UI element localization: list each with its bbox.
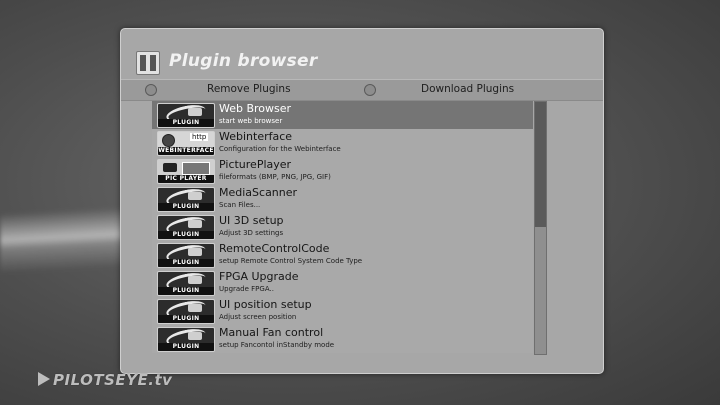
http-badge: http bbox=[190, 133, 209, 141]
plugin-icon: PLUGIN bbox=[157, 327, 215, 352]
plugin-subtitle: setup Remote Control System Code Type bbox=[219, 257, 363, 265]
plugin-item-ui-3d-setup[interactable]: PLUGIN UI 3D setup Adjust 3D settings bbox=[152, 213, 533, 241]
plugin-title: UI position setup bbox=[219, 298, 312, 311]
thumb-label: PLUGIN bbox=[158, 203, 214, 211]
thumb-label: PLUGIN bbox=[158, 231, 214, 239]
plugin-icon: PLUGIN bbox=[157, 271, 215, 296]
title-bar: Plugin browser bbox=[121, 29, 603, 79]
thumb-label: PIC PLAYER bbox=[158, 175, 214, 183]
plugin-item-ui-position-setup[interactable]: PLUGIN UI position setup Adjust screen p… bbox=[152, 297, 533, 325]
download-plugins-option[interactable]: Download Plugins bbox=[421, 83, 514, 95]
plugin-subtitle: Adjust 3D settings bbox=[219, 229, 284, 237]
plugin-subtitle: Configuration for the Webinterface bbox=[219, 145, 341, 153]
download-plugins-radio[interactable] bbox=[364, 84, 376, 96]
plugin-subtitle: Upgrade FPGA.. bbox=[219, 285, 274, 293]
play-arrow-icon bbox=[38, 372, 50, 386]
plugin-subtitle: Scan Files... bbox=[219, 201, 261, 209]
plugin-list-scrollbar[interactable] bbox=[534, 101, 547, 355]
plugin-title: FPGA Upgrade bbox=[219, 270, 299, 283]
scrollbar-thumb[interactable] bbox=[535, 102, 546, 227]
plugin-item-mediascanner[interactable]: PLUGIN MediaScanner Scan Files... bbox=[152, 185, 533, 213]
webinterface-icon: http WEBINTERFACE bbox=[157, 131, 215, 156]
plugin-icon: PLUGIN bbox=[157, 299, 215, 324]
plugin-title: Manual Fan control bbox=[219, 326, 324, 339]
plugin-icon: PLUGIN bbox=[157, 103, 215, 128]
watermark-text: PILOTSEYE.tv bbox=[53, 371, 173, 389]
plugin-subtitle: setup Fancontol inStandby mode bbox=[219, 341, 335, 349]
plugin-item-fpga-upgrade[interactable]: PLUGIN FPGA Upgrade Upgrade FPGA.. bbox=[152, 269, 533, 297]
plugin-item-web-browser[interactable]: PLUGIN Web Browser start web browser bbox=[152, 101, 533, 129]
plugin-subtitle: Adjust screen position bbox=[219, 313, 297, 321]
thumb-label: PLUGIN bbox=[158, 119, 214, 127]
remove-plugins-option[interactable]: Remove Plugins bbox=[207, 83, 291, 95]
watermark-logo: PILOTSEYE.tv bbox=[38, 371, 172, 389]
plugin-title: PicturePlayer bbox=[219, 158, 292, 171]
plugin-browser-window: Plugin browser Remove Plugins Download P… bbox=[120, 28, 604, 374]
plugin-item-manual-fan-control[interactable]: PLUGIN Manual Fan control setup Fanconto… bbox=[152, 325, 533, 353]
thumb-label: PLUGIN bbox=[158, 343, 214, 351]
thumb-label: PLUGIN bbox=[158, 287, 214, 295]
plugin-title: Webinterface bbox=[219, 130, 293, 143]
plugin-icon: PLUGIN bbox=[157, 243, 215, 268]
plugin-title: MediaScanner bbox=[219, 186, 298, 199]
plugin-browser-icon bbox=[136, 51, 160, 75]
plugin-subtitle: fileformats (BMP, PNG, JPG, GIF) bbox=[219, 173, 331, 181]
plugin-list: PLUGIN Web Browser start web browser htt… bbox=[152, 101, 533, 353]
remove-plugins-radio[interactable] bbox=[145, 84, 157, 96]
plugin-icon: PLUGIN bbox=[157, 187, 215, 212]
pic-player-icon: PIC PLAYER bbox=[157, 159, 215, 184]
plugin-title: RemoteControlCode bbox=[219, 242, 330, 255]
thumb-label: WEBINTERFACE bbox=[158, 147, 214, 155]
plugin-action-bar: Remove Plugins Download Plugins bbox=[121, 79, 603, 101]
plugin-title: UI 3D setup bbox=[219, 214, 284, 227]
plugin-item-pictureplayer[interactable]: PIC PLAYER PicturePlayer fileformats (BM… bbox=[152, 157, 533, 185]
plugin-title: Web Browser bbox=[219, 102, 292, 115]
thumb-label: PLUGIN bbox=[158, 259, 214, 267]
plugin-item-remotecontrolcode[interactable]: PLUGIN RemoteControlCode setup Remote Co… bbox=[152, 241, 533, 269]
plugin-item-webinterface[interactable]: http WEBINTERFACE Webinterface Configura… bbox=[152, 129, 533, 157]
thumb-label: PLUGIN bbox=[158, 315, 214, 323]
plugin-icon: PLUGIN bbox=[157, 215, 215, 240]
plugin-subtitle: start web browser bbox=[219, 117, 283, 125]
window-title: Plugin browser bbox=[169, 51, 318, 71]
